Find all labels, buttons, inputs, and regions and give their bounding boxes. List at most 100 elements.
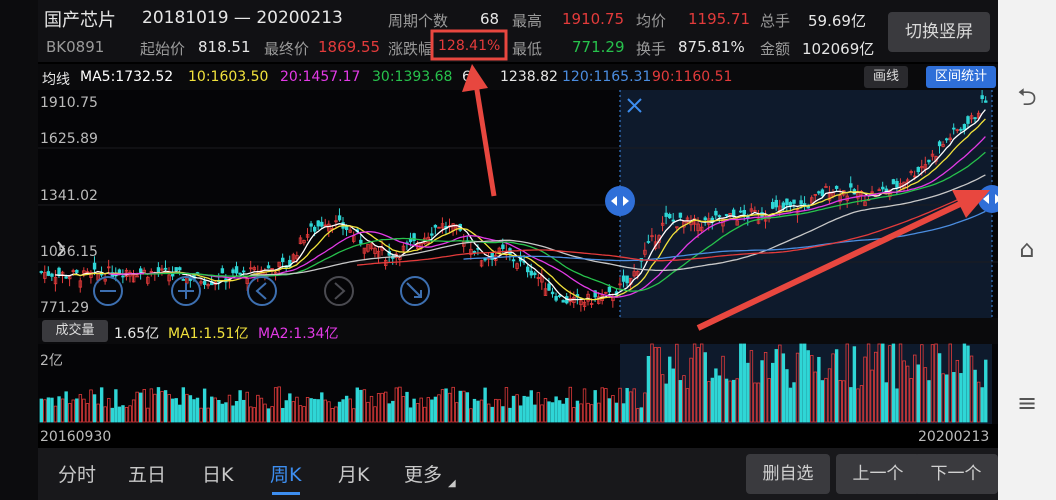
volume-bar: [181, 387, 186, 423]
volume-bar: [241, 399, 246, 423]
volume-bar: [678, 380, 683, 423]
volume-bar: [554, 396, 558, 423]
volume-bar: [717, 375, 722, 423]
volume-bar: [50, 397, 54, 423]
annotation-arrowhead: [462, 64, 488, 92]
price-axis-tick: 1341.02: [40, 188, 98, 204]
volume-bar: [664, 383, 668, 423]
remove-watchlist-button[interactable]: 删自选: [746, 454, 830, 494]
volume-bar: [817, 356, 821, 423]
candle-body: [64, 276, 68, 279]
menu-icon[interactable]: ≡: [1012, 388, 1042, 418]
tab-weekly-k[interactable]: 周K: [270, 460, 301, 487]
volume-bar: [39, 398, 43, 423]
candle-body: [309, 223, 313, 227]
candle-body: [927, 159, 931, 163]
volume-bar: [973, 369, 977, 423]
candle-body: [178, 267, 182, 271]
candle-body: [973, 117, 977, 120]
candle-body: [678, 212, 683, 218]
volume-bar: [99, 387, 104, 423]
candle-body: [483, 258, 487, 261]
volume-bar: [802, 343, 807, 423]
back-icon[interactable]: ⮌: [1012, 82, 1042, 112]
volume-bar: [344, 395, 349, 423]
candle-body: [281, 257, 285, 263]
volume-bar: [433, 396, 438, 423]
next-button[interactable]: 下一个: [914, 454, 998, 494]
volume-bar: [341, 399, 345, 423]
volume-bar: [849, 387, 853, 423]
candle-body: [320, 221, 324, 227]
candle-body: [526, 266, 530, 273]
candle-body: [717, 215, 722, 217]
previous-button[interactable]: 上一个: [836, 454, 920, 494]
price-axis-tick: 1625.89: [40, 131, 98, 147]
tab-intraday[interactable]: 分时: [58, 460, 96, 487]
candle-body: [799, 200, 803, 205]
home-icon[interactable]: ⌂: [1012, 234, 1042, 264]
volume-bar: [355, 387, 359, 423]
volume-bar: [639, 407, 644, 423]
more-dropdown-icon[interactable]: ◢: [448, 478, 456, 489]
volume-bar: [984, 359, 988, 423]
tab-more[interactable]: 更多: [404, 460, 442, 487]
volume-bar: [575, 400, 580, 423]
candle-body: [891, 179, 896, 185]
candle-body: [781, 202, 786, 209]
volume-bar: [391, 400, 395, 423]
candle-body: [895, 180, 899, 188]
candle-body: [433, 224, 438, 228]
bottom-bar: 分时 五日 日K 周K 月K 更多 ◢ 删自选 上一个 下一个: [38, 448, 998, 500]
candle-body: [849, 183, 853, 188]
volume-bar: [806, 350, 810, 423]
volume-bar: [607, 398, 612, 423]
volume-bar: [288, 393, 292, 423]
candle-body: [664, 212, 668, 217]
volume-bar: [714, 368, 718, 423]
volume-bar: [483, 387, 487, 423]
candle-body: [316, 220, 320, 227]
tab-daily-k[interactable]: 日K: [202, 460, 233, 487]
volume-bar: [671, 368, 675, 423]
volume-bar: [121, 405, 125, 423]
volume-bar: [110, 407, 115, 423]
drag-handle-icon[interactable]: [605, 186, 635, 216]
candle-body: [785, 198, 789, 206]
candle-body: [714, 210, 718, 216]
volume-bar: [792, 382, 796, 423]
volume-bar: [550, 402, 555, 423]
volume-bar: [408, 407, 413, 423]
volume-bar: [387, 403, 391, 423]
candle-body: [359, 239, 363, 244]
volume-bar: [881, 343, 885, 423]
candle-body: [231, 269, 235, 274]
volume-bar: [526, 396, 530, 423]
volume-bar: [547, 401, 551, 423]
candle-body: [220, 268, 225, 274]
kline-chart[interactable]: [0, 0, 1056, 448]
volume-bar: [522, 395, 526, 423]
tab-five-day[interactable]: 五日: [128, 460, 166, 487]
volume-bar: [64, 391, 68, 423]
candle-body: [550, 291, 555, 295]
volume-bar: [724, 378, 729, 423]
volume-bar: [952, 372, 956, 423]
volume-bar: [916, 364, 920, 423]
candle-body: [646, 241, 651, 243]
candle-body: [966, 116, 970, 124]
volume-bar: [139, 392, 143, 423]
volume-bar: [405, 391, 409, 423]
volume-bar: [163, 390, 168, 423]
volume-bar: [511, 395, 516, 423]
volume-bar: [529, 390, 533, 423]
volume-bar: [337, 401, 342, 423]
volume-bar: [174, 398, 178, 423]
candle-body: [792, 199, 796, 204]
tab-monthly-k[interactable]: 月K: [338, 460, 369, 487]
candle-body: [788, 202, 793, 207]
volume-bar: [668, 356, 672, 423]
volume-bar: [788, 387, 793, 423]
volume-bar: [316, 399, 320, 423]
candle-body: [952, 127, 956, 130]
